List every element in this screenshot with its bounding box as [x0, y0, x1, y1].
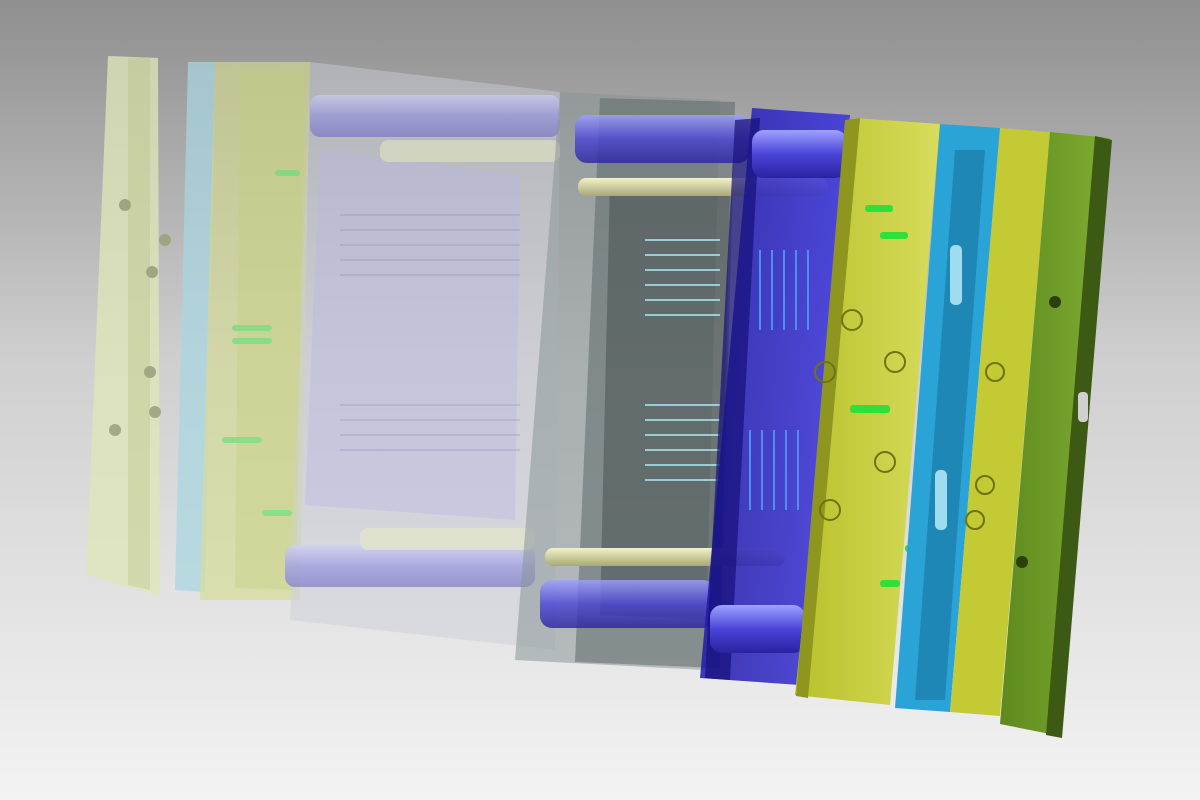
- ghost-tie-bar-top: [380, 140, 560, 162]
- ghost-guide-rod-bottom: [285, 545, 535, 587]
- guide-rod-top[interactable]: [575, 115, 750, 163]
- mold-assembly-render[interactable]: [0, 0, 1200, 800]
- ghost-clamp-edge: [128, 58, 150, 590]
- guide-rod-bottom[interactable]: [540, 580, 715, 628]
- ghost-moving-half: [86, 56, 560, 650]
- locating-ring-icon: [1078, 392, 1088, 422]
- ghost-cavity-block: [305, 150, 520, 520]
- ghost-guide-rod-top: [310, 95, 560, 137]
- cad-viewport[interactable]: [0, 0, 1200, 800]
- guide-bushing-top[interactable]: [752, 130, 847, 178]
- ghost-tie-bar-bottom: [360, 528, 535, 550]
- guide-bushing-bottom[interactable]: [710, 605, 805, 653]
